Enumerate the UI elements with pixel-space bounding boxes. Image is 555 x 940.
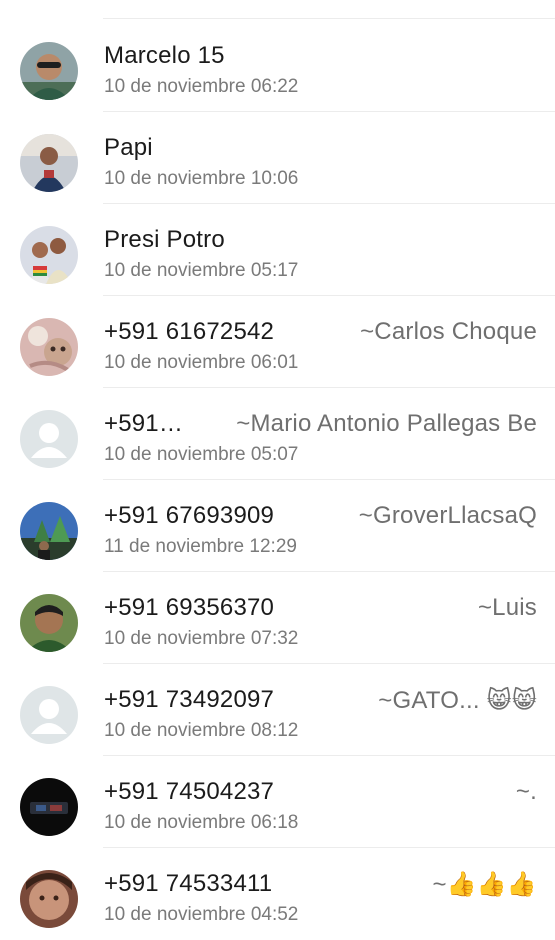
contact-name: +591 73492097: [104, 686, 275, 713]
contact-timestamp: 10 de noviembre 05:17: [104, 260, 299, 281]
contact-name: Presi Potro: [104, 226, 225, 253]
contact-row[interactable]: +591 74504237 ~. 10 de noviembre 06:18: [0, 756, 555, 848]
default-person-avatar-icon[interactable]: [20, 410, 78, 468]
contact-pushname: ~GroverLlacsaQ: [358, 502, 537, 529]
contact-pushname: ~Mario Antonio Pallegas Be: [236, 410, 537, 437]
contact-row[interactable]: +591 61672542 ~Carlos Choque 10 de novie…: [0, 296, 555, 388]
contact-name: +591 74533411: [104, 870, 273, 897]
contact-name: +591 74504237: [104, 778, 275, 805]
contact-list: Marcelo 15 10 de noviembre 06:22 Papi 10…: [0, 0, 555, 940]
contact-name: +591…: [104, 410, 184, 437]
contact-row[interactable]: Papi 10 de noviembre 10:06: [0, 112, 555, 204]
contact-pushname: ~Carlos Choque: [360, 318, 537, 345]
contact-pushname: ~Luis: [477, 594, 537, 621]
contact-avatar[interactable]: [20, 42, 78, 100]
contact-timestamp: 10 de noviembre 08:12: [104, 720, 299, 741]
contact-pushname: ~.: [515, 778, 537, 805]
contact-row[interactable]: +591 69356370 ~Luis 10 de noviembre 07:3…: [0, 572, 555, 664]
contact-avatar[interactable]: [20, 502, 78, 560]
contact-timestamp: 10 de noviembre 06:01: [104, 352, 299, 373]
contact-name: +591 67693909: [104, 502, 275, 529]
contact-avatar[interactable]: [20, 134, 78, 192]
contact-row[interactable]: +591 73492097 ~GATO... 😸😸 10 de noviembr…: [0, 664, 555, 756]
contact-name: Marcelo 15: [104, 42, 225, 69]
contact-timestamp: 10 de noviembre 04:52: [104, 904, 299, 925]
contact-timestamp: 11 de noviembre 12:29: [104, 536, 297, 557]
contact-timestamp: 10 de noviembre 06:22: [104, 76, 299, 97]
contact-avatar[interactable]: [20, 594, 78, 652]
contact-name: +591 61672542: [104, 318, 275, 345]
contact-row[interactable]: Marcelo 15 10 de noviembre 06:22: [0, 20, 555, 112]
contact-row[interactable]: Presi Potro 10 de noviembre 05:17: [0, 204, 555, 296]
contact-timestamp: 10 de noviembre 07:32: [104, 628, 299, 649]
contact-timestamp: 10 de noviembre 10:06: [104, 168, 299, 189]
contact-avatar[interactable]: [20, 870, 78, 928]
default-person-avatar-icon[interactable]: [20, 686, 78, 744]
contact-name: +591 69356370: [104, 594, 275, 621]
contact-row[interactable]: +591… ~Mario Antonio Pallegas Be 10 de n…: [0, 388, 555, 480]
contact-timestamp: 10 de noviembre 05:07: [104, 444, 299, 465]
contact-timestamp: 10 de noviembre 06:18: [104, 812, 299, 833]
contact-avatar[interactable]: [20, 318, 78, 376]
contact-avatar[interactable]: [20, 226, 78, 284]
contact-pushname: ~GATO... 😸😸: [378, 687, 537, 714]
contact-row[interactable]: +591 67693909 ~GroverLlacsaQ 11 de novie…: [0, 480, 555, 572]
contact-name: Papi: [104, 134, 153, 161]
contact-avatar[interactable]: [20, 778, 78, 836]
contact-pushname: ~👍👍👍: [432, 871, 537, 898]
contact-row[interactable]: +591 74533411 ~👍👍👍 10 de noviembre 04:52: [0, 848, 555, 940]
top-divider: [103, 18, 555, 19]
